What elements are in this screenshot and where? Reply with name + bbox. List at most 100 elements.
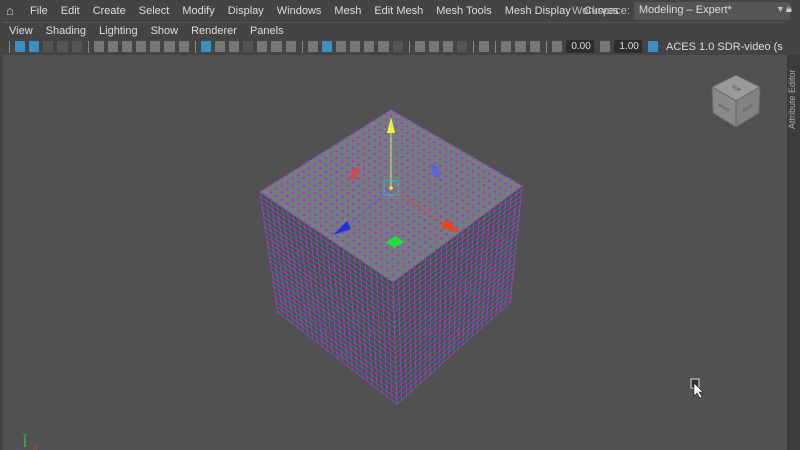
mesh-vertex[interactable] (329, 146, 332, 149)
mesh-vertex[interactable] (383, 339, 386, 342)
view-cube[interactable]: TOP FRONT RIGHT (710, 74, 762, 128)
mesh-vertex[interactable] (460, 258, 463, 261)
mesh-vertex[interactable] (409, 364, 412, 367)
mesh-vertex[interactable] (362, 319, 365, 322)
mesh-vertex[interactable] (359, 350, 362, 353)
mesh-vertex[interactable] (331, 348, 334, 351)
mesh-vertex[interactable] (406, 138, 409, 141)
mesh-vertex[interactable] (363, 224, 366, 227)
mesh-vertex[interactable] (458, 308, 461, 311)
mesh-vertex[interactable] (363, 217, 366, 220)
mesh-vertex[interactable] (298, 268, 301, 271)
mesh-vertex[interactable] (341, 210, 344, 213)
mesh-vertex[interactable] (503, 211, 506, 214)
mesh-vertex[interactable] (366, 302, 369, 305)
mesh-vertex[interactable] (393, 321, 396, 324)
mesh-vertex[interactable] (418, 261, 421, 263)
mesh-vertex[interactable] (293, 264, 296, 267)
mesh-vertex[interactable] (312, 301, 315, 304)
mesh-vertex[interactable] (375, 382, 378, 385)
mesh-vertex[interactable] (384, 112, 387, 115)
mesh-vertex[interactable] (335, 185, 338, 187)
mesh-vertex[interactable] (422, 134, 425, 137)
mesh-vertex[interactable] (369, 228, 372, 231)
mesh-vertex[interactable] (513, 208, 516, 211)
mesh-vertex[interactable] (402, 273, 405, 275)
mesh-vertex[interactable] (317, 258, 320, 261)
mesh-vertex[interactable] (402, 250, 405, 253)
mesh-vertex[interactable] (352, 202, 355, 205)
mesh-vertex[interactable] (370, 281, 373, 284)
mesh-vertex[interactable] (384, 152, 387, 155)
mesh-vertex[interactable] (510, 178, 513, 181)
mesh-vertex[interactable] (375, 377, 378, 380)
mesh-vertex[interactable] (331, 249, 334, 252)
mesh-vertex[interactable] (286, 195, 289, 198)
mesh-vertex[interactable] (281, 206, 284, 208)
mesh-vertex[interactable] (461, 343, 464, 346)
mesh-vertex[interactable] (424, 362, 427, 365)
mesh-vertex[interactable] (276, 274, 279, 277)
mesh-vertex[interactable] (321, 293, 324, 296)
mesh-vertex[interactable] (341, 174, 344, 177)
mesh-vertex[interactable] (357, 177, 360, 180)
mesh-vertex[interactable] (483, 184, 485, 187)
mesh-vertex[interactable] (387, 317, 390, 320)
mesh-vertex[interactable] (515, 243, 517, 245)
mesh-vertex[interactable] (461, 233, 464, 236)
mesh-vertex[interactable] (414, 315, 417, 318)
mesh-vertex[interactable] (345, 287, 348, 290)
mesh-vertex[interactable] (394, 342, 396, 344)
mesh-vertex[interactable] (345, 354, 348, 357)
mesh-vertex[interactable] (384, 166, 387, 169)
mesh-vertex[interactable] (277, 311, 279, 313)
mesh-vertex[interactable] (292, 291, 295, 294)
mesh-vertex[interactable] (379, 170, 382, 173)
mesh-vertex[interactable] (470, 265, 473, 268)
mesh-vertex[interactable] (263, 221, 266, 223)
mesh-vertex[interactable] (450, 241, 453, 244)
mesh-vertex[interactable] (337, 258, 340, 261)
mesh-vertex[interactable] (356, 305, 359, 308)
mesh-vertex[interactable] (400, 383, 403, 386)
mesh-vertex[interactable] (428, 179, 431, 182)
mesh-vertex[interactable] (439, 299, 442, 302)
resolution-gate-icon[interactable] (228, 41, 240, 52)
mesh-vertex[interactable] (444, 154, 447, 157)
mesh-vertex[interactable] (376, 387, 379, 390)
mesh-vertex[interactable] (444, 147, 447, 150)
mesh-vertex[interactable] (359, 273, 362, 276)
mesh-vertex[interactable] (379, 122, 382, 125)
mesh-vertex[interactable] (429, 268, 432, 271)
mesh-vertex[interactable] (360, 283, 363, 286)
mesh-vertex[interactable] (314, 228, 317, 231)
mesh-vertex[interactable] (288, 224, 291, 227)
mesh-vertex[interactable] (514, 252, 516, 255)
mesh-vertex[interactable] (341, 239, 344, 242)
mesh-vertex[interactable] (379, 163, 382, 166)
mesh-vertex[interactable] (291, 184, 294, 187)
mesh-vertex[interactable] (499, 309, 502, 312)
mesh-vertex[interactable] (369, 243, 372, 246)
mesh-vertex[interactable] (511, 232, 514, 235)
mesh-vertex[interactable] (412, 162, 415, 165)
mesh-vertex[interactable] (286, 313, 289, 316)
mesh-vertex[interactable] (461, 238, 464, 241)
mesh-vertex[interactable] (439, 193, 442, 196)
mesh-vertex[interactable] (477, 202, 480, 205)
mesh-vertex[interactable] (341, 167, 344, 170)
mesh-vertex[interactable] (351, 153, 354, 156)
mesh-vertex[interactable] (331, 244, 334, 247)
mesh-vertex[interactable] (307, 302, 310, 305)
mesh-vertex[interactable] (358, 221, 361, 224)
mesh-vertex[interactable] (434, 197, 437, 200)
mesh-vertex[interactable] (358, 243, 361, 246)
mesh-vertex[interactable] (269, 229, 272, 232)
mesh-vertex[interactable] (423, 183, 426, 186)
mesh-vertex[interactable] (440, 249, 443, 252)
mesh-vertex[interactable] (488, 283, 491, 286)
mesh-vertex[interactable] (440, 254, 443, 257)
mesh-vertex[interactable] (381, 283, 384, 286)
mesh-vertex[interactable] (271, 239, 274, 242)
mesh-vertex[interactable] (273, 254, 276, 257)
